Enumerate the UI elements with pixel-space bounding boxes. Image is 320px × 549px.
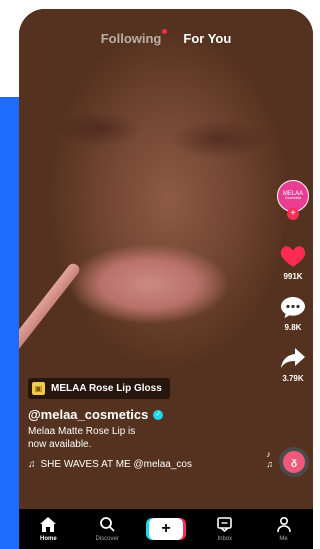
nav-inbox[interactable]: Inbox — [200, 517, 250, 542]
username-text: @melaa_cosmetics — [28, 407, 149, 422]
comment-count: 9.8K — [284, 323, 302, 332]
sound-title: SHE WAVES AT ME @melaa_cos — [40, 459, 193, 470]
inbox-icon — [217, 517, 233, 533]
comment-icon — [278, 293, 308, 321]
feed-tabs: Following For You — [19, 29, 313, 46]
nav-inbox-label: Inbox — [217, 535, 233, 542]
music-note-icon: ♫ — [28, 459, 36, 470]
sound-link[interactable]: ♫ SHE WAVES AT ME @melaa_cos — [28, 459, 258, 470]
product-tag-label: MELAA Rose Lip Gloss — [51, 383, 162, 394]
verified-icon: ✓ — [153, 409, 164, 420]
nav-home[interactable]: Home — [23, 517, 73, 542]
plus-icon: + — [148, 518, 183, 540]
nav-discover[interactable]: Discover — [82, 517, 132, 542]
notification-dot — [162, 29, 168, 34]
sound-disc[interactable]: ᵹ — [279, 447, 309, 477]
creator-avatar[interactable]: MELAA Cosmetics + — [277, 180, 309, 220]
search-icon — [99, 517, 115, 533]
nav-home-label: Home — [40, 535, 57, 542]
tab-following[interactable]: Following — [101, 29, 168, 46]
post-caption: ▣ MELAA Rose Lip Gloss @melaa_cosmetics … — [28, 378, 258, 470]
post-description: Melaa Matte Rose Lip is now available. — [28, 426, 258, 451]
share-button[interactable]: 3.79K — [278, 344, 308, 383]
share-icon — [278, 344, 308, 372]
tab-for-you[interactable]: For You — [183, 31, 231, 46]
heart-icon — [278, 242, 308, 270]
nav-me-label: Me — [279, 535, 288, 542]
home-icon — [40, 517, 57, 533]
bottom-nav: Home Discover + Inbox Me — [19, 509, 313, 549]
like-count: 991K — [283, 272, 303, 281]
nav-discover-label: Discover — [95, 535, 119, 542]
shopping-bag-icon: ▣ — [32, 382, 45, 395]
avatar-subtext: Cosmetics — [284, 196, 302, 201]
like-button[interactable]: 991K — [278, 242, 308, 281]
phone-screen: Following For You MELAA Cosmetics + 991K… — [19, 9, 313, 549]
nav-create[interactable]: + — [141, 518, 191, 540]
description-line: Melaa Matte Rose Lip is — [28, 426, 136, 437]
follow-plus-icon[interactable]: + — [287, 208, 299, 220]
description-line: now available. — [28, 438, 92, 450]
username[interactable]: @melaa_cosmetics ✓ — [28, 407, 258, 422]
profile-icon — [276, 517, 291, 533]
comment-button[interactable]: 9.8K — [278, 293, 308, 332]
nav-me[interactable]: Me — [259, 517, 309, 542]
action-rail: MELAA Cosmetics + 991K 9.8K 3.79K — [275, 180, 311, 395]
product-tag[interactable]: ▣ MELAA Rose Lip Gloss — [28, 378, 170, 399]
music-note-icon: ♪ ♫ — [266, 449, 273, 469]
share-count: 3.79K — [282, 374, 304, 383]
